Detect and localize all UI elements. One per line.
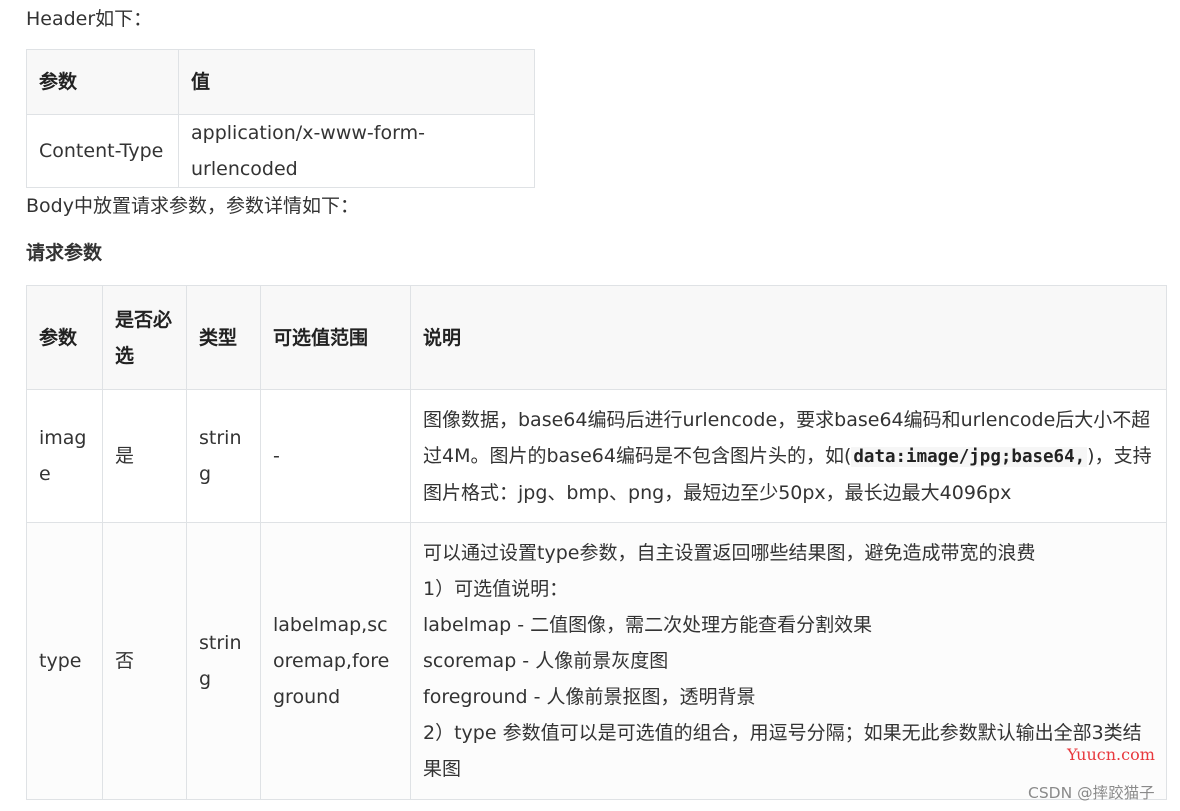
param-range-cell: labelmap,scoremap,foreground (260, 522, 411, 800)
header-cell-key: Content-Type (26, 114, 179, 188)
header-table: 参数 值 Content-Type application/x-www-form… (26, 49, 535, 188)
params-table-head-row: 参数 是否必选 类型 可选值范围 说明 (26, 285, 1167, 390)
desc-line: foreground - 人像前景抠图，透明背景 (423, 686, 756, 708)
param-type-cell: string (186, 389, 261, 523)
params-heading: 请求参数 (26, 242, 103, 264)
header-col-param: 参数 (26, 49, 179, 115)
desc-line: scoremap - 人像前景灰度图 (423, 650, 669, 672)
param-name-cell: type (26, 522, 103, 800)
params-col-desc: 说明 (410, 285, 1167, 390)
header-col-value: 值 (178, 49, 535, 115)
param-desc-cell: 可以通过设置type参数，自主设置返回哪些结果图，避免造成带宽的浪费 1）可选值… (410, 522, 1167, 800)
document-page: Header如下： 参数 值 Content-Type application/… (0, 0, 1180, 811)
header-table-head-row: 参数 值 (26, 49, 535, 115)
param-desc-cell: 图像数据，base64编码后进行urlencode，要求base64编码和url… (410, 389, 1167, 523)
params-col-type: 类型 (186, 285, 261, 390)
watermark-csdn: CSDN @摔跤猫子 (1028, 784, 1155, 802)
desc-code-snippet: data:image/jpg;base64, (851, 446, 1088, 467)
desc-line: 1）可选值说明： (423, 578, 569, 600)
param-required-cell: 否 (102, 522, 187, 800)
param-range-cell: - (260, 389, 411, 523)
body-intro-text: Body中放置请求参数，参数详情如下： (26, 195, 359, 217)
desc-line: 可以通过设置type参数，自主设置返回哪些结果图，避免造成带宽的浪费 (423, 542, 1036, 564)
table-row: Content-Type application/x-www-form-urle… (26, 114, 535, 188)
param-required-cell: 是 (102, 389, 187, 523)
table-row: image 是 string - 图像数据，base64编码后进行urlenco… (26, 389, 1167, 523)
params-col-range: 可选值范围 (260, 285, 411, 390)
desc-line: labelmap - 二值图像，需二次处理方能查看分割效果 (423, 614, 873, 636)
watermark-site: Yuucn.com (1067, 745, 1155, 764)
params-col-param: 参数 (26, 285, 103, 390)
params-col-required: 是否必选 (102, 285, 187, 390)
table-row: type 否 string labelmap,scoremap,foregrou… (26, 522, 1167, 800)
param-type-cell: string (186, 522, 261, 800)
header-intro-text: Header如下： (26, 8, 153, 30)
params-table: 参数 是否必选 类型 可选值范围 说明 image 是 string - 图像数… (26, 285, 1167, 800)
param-name-cell: image (26, 389, 103, 523)
desc-line: 2）type 参数值可以是可选值的组合，用逗号分隔；如果无此参数默认输出全部3类… (423, 722, 1142, 780)
header-cell-value: application/x-www-form-urlencoded (178, 114, 535, 188)
